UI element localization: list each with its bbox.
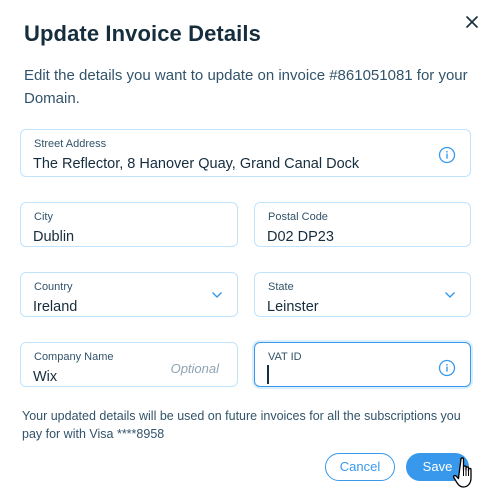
state-value: Leinster bbox=[267, 299, 319, 315]
country-value: Ireland bbox=[33, 299, 78, 315]
postal-code-value: D02 DP23 bbox=[267, 229, 334, 245]
footer-note: Your updated details will be used on fut… bbox=[22, 409, 461, 441]
country-label: Country bbox=[34, 281, 73, 293]
state-label: State bbox=[268, 281, 294, 293]
country-dropdown[interactable]: Country Ireland bbox=[20, 272, 238, 317]
city-label: City bbox=[34, 211, 53, 223]
company-name-label: Company Name bbox=[34, 351, 114, 363]
vat-id-field[interactable]: VAT ID bbox=[254, 342, 471, 387]
close-icon bbox=[466, 16, 478, 28]
info-icon[interactable] bbox=[438, 359, 456, 377]
state-dropdown[interactable]: State Leinster bbox=[254, 272, 471, 317]
company-name-value: Wix bbox=[33, 369, 58, 385]
text-caret bbox=[267, 365, 269, 384]
optional-hint: Optional bbox=[170, 361, 219, 376]
postal-code-label: Postal Code bbox=[268, 211, 328, 223]
dialog-title: Update Invoice Details bbox=[24, 21, 261, 46]
update-invoice-dialog: Update Invoice Details Edit the details … bbox=[0, 0, 492, 500]
info-icon[interactable] bbox=[438, 146, 456, 164]
city-field[interactable]: City Dublin bbox=[20, 202, 238, 247]
close-button[interactable] bbox=[460, 10, 484, 34]
postal-code-field[interactable]: Postal Code D02 DP23 bbox=[254, 202, 471, 247]
chevron-down-icon bbox=[445, 292, 455, 298]
street-address-value: The Reflector, 8 Hanover Quay, Grand Can… bbox=[33, 156, 360, 172]
street-address-label: Street Address bbox=[34, 138, 107, 150]
cancel-button[interactable]: Cancel bbox=[325, 453, 395, 481]
vat-id-label: VAT ID bbox=[268, 351, 302, 363]
company-name-field[interactable]: Company Name Wix Optional bbox=[20, 342, 238, 387]
street-address-field[interactable]: Street Address The Reflector, 8 Hanover … bbox=[20, 129, 471, 177]
hand-pointer-cursor-icon bbox=[452, 457, 472, 488]
city-value: Dublin bbox=[33, 229, 75, 245]
dialog-subtitle: Edit the details you want to update on i… bbox=[24, 67, 468, 107]
chevron-down-icon bbox=[212, 292, 222, 298]
